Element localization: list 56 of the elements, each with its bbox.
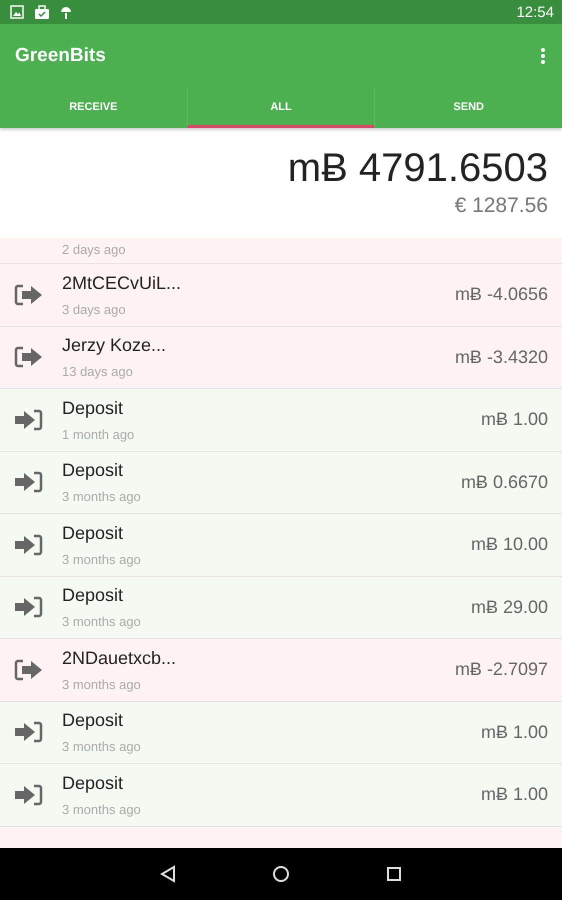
receive-icon: [14, 595, 43, 620]
send-icon: [14, 282, 43, 307]
transaction-row[interactable]: Deposit 3 months ago mɃ 29.00: [0, 576, 562, 639]
image-icon: [10, 5, 24, 19]
transaction-row[interactable]: Deposit 3 months ago mɃ 1.00: [0, 702, 562, 764]
receive-icon: [14, 782, 43, 807]
transaction-name: Jerzy Koze...: [62, 335, 168, 356]
more-options-icon[interactable]: [540, 47, 546, 65]
receive-icon: [14, 720, 43, 744]
transaction-time: 3 months ago: [62, 614, 142, 630]
transaction-name: Deposit: [62, 710, 124, 732]
receive-icon: [14, 408, 43, 432]
transaction-amount: mɃ 1.00: [480, 409, 548, 430]
transaction-amount: mɃ 10.00: [470, 534, 548, 556]
transaction-name: Deposit: [62, 398, 124, 419]
app-title: GreenBits: [15, 45, 106, 67]
recents-icon[interactable]: [386, 866, 402, 882]
transaction-time: 1 month ago: [62, 426, 136, 442]
transaction-time: 3 days ago: [62, 302, 127, 317]
transaction-row[interactable]: 2NDauetxcb... 3 months ago mɃ -2.7097: [0, 639, 562, 702]
transaction-amount: mɃ -4.0656: [454, 284, 548, 306]
briefcase-check-icon: [34, 4, 50, 20]
transaction-amount: mɃ 29.00: [470, 596, 548, 618]
transaction-time: 3 months ago: [62, 676, 142, 692]
transaction-time: 3 months ago: [62, 552, 142, 567]
back-icon[interactable]: [160, 865, 176, 883]
transaction-time: 3 months ago: [62, 802, 142, 817]
status-time: 12:54: [516, 4, 554, 20]
fiat-balance: € 1287.56: [454, 194, 548, 218]
transaction-name: 2MtCECvUiL...: [62, 272, 182, 294]
transaction-time: 13 days ago: [62, 364, 134, 380]
transaction-amount: mɃ -2.7097: [454, 659, 548, 680]
transaction-row[interactable]: 2MtCECvUiL... 3 days ago mɃ -4.0656: [0, 264, 562, 326]
transaction-row[interactable]: Deposit 3 months ago mɃ 1.00: [0, 764, 562, 826]
transaction-amount: mɃ 0.6670: [460, 472, 548, 493]
transaction-name: Deposit: [62, 460, 124, 482]
transaction-name: Deposit: [62, 585, 124, 606]
transaction-amount: mɃ 1.00: [480, 784, 548, 806]
transaction-name: Deposit: [62, 522, 124, 544]
receive-icon: [14, 470, 43, 494]
transaction-row[interactable]: Jerzy Koze... 13 days ago mɃ -3.4320: [0, 326, 562, 389]
home-icon[interactable]: [272, 865, 290, 883]
transaction-amount: mɃ 1.00: [480, 722, 548, 743]
transaction-name: Deposit: [62, 772, 124, 794]
send-icon: [14, 345, 43, 370]
transaction-time: 3 months ago: [62, 739, 142, 754]
transaction-time: 2 days ago: [62, 242, 126, 257]
transaction-name: 2NDauetxcb...: [62, 648, 178, 669]
transaction-row[interactable]: Deposit 1 month ago mɃ 1.00: [0, 389, 562, 452]
send-icon: [14, 658, 43, 682]
transaction-amount: mɃ -3.4320: [454, 346, 548, 368]
balance-amount: mɃ 4791.6503: [288, 145, 548, 192]
transaction-row[interactable]: Deposit 3 months ago mɃ 10.00: [0, 514, 562, 576]
transaction-time: 3 months ago: [62, 489, 142, 504]
transaction-row[interactable]: Deposit 3 months ago mɃ 0.6670: [0, 452, 562, 514]
receive-icon: [14, 532, 43, 557]
